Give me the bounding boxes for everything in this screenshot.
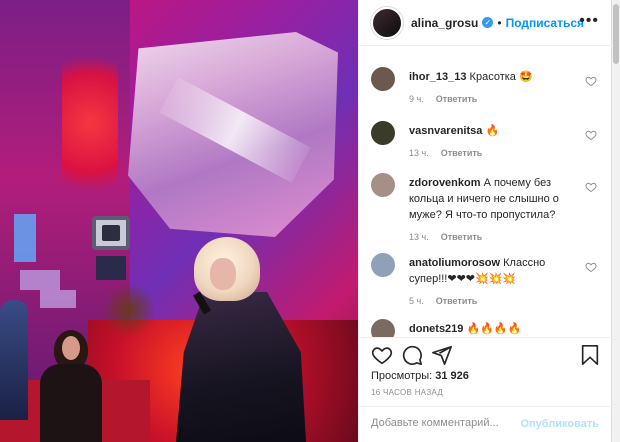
commenter-avatar[interactable]: [371, 121, 395, 145]
scrollbar-thumb[interactable]: [613, 4, 619, 64]
heart-icon[interactable]: [585, 261, 597, 273]
comments-list[interactable]: ihor_13_13 Красотка 🤩 9 ч. Ответить vasnv…: [359, 47, 613, 337]
stage-lamp: [92, 216, 130, 250]
audience-woman-body: [40, 364, 102, 442]
comment-icon[interactable]: [401, 344, 423, 366]
stage-light: [62, 38, 118, 208]
reply-button[interactable]: Ответить: [436, 296, 478, 306]
singer-face: [210, 258, 236, 290]
reply-button[interactable]: Ответить: [441, 232, 483, 242]
audience-person: [0, 300, 28, 420]
post-sidebar: alina_grosu ✓ • Подписаться ••• ihor_13_…: [358, 0, 613, 442]
comment-input[interactable]: [371, 417, 531, 429]
header-separator: •: [497, 15, 502, 30]
blue-light-block: [14, 214, 36, 262]
singer-body: [176, 292, 306, 442]
publish-button[interactable]: Опубликовать: [520, 418, 599, 430]
reply-button[interactable]: Ответить: [436, 94, 478, 104]
post-media[interactable]: [0, 0, 358, 442]
views-count[interactable]: Просмотры: 31 926: [371, 370, 469, 382]
post-timestamp[interactable]: 16 ЧАСОВ НАЗАД: [371, 388, 443, 397]
heart-icon[interactable]: [585, 129, 597, 141]
comment-meta: 5 ч. Ответить: [409, 293, 577, 309]
post-header: alina_grosu ✓ • Подписаться •••: [359, 0, 613, 46]
comment-text: 🔥: [485, 125, 500, 137]
commenter-username[interactable]: vasnvarenitsa: [409, 125, 482, 137]
stage-speaker: [96, 256, 126, 280]
reply-button[interactable]: Ответить: [441, 148, 483, 158]
verified-badge-icon: ✓: [482, 17, 494, 28]
author-username[interactable]: alina_grosu: [411, 16, 478, 30]
commenter-avatar[interactable]: [371, 67, 395, 91]
audience-woman-face: [62, 336, 80, 360]
commenter-avatar[interactable]: [371, 173, 395, 197]
comment-body: anatoliumorosow Классно супер!!!❤❤❤💥💥💥 5…: [409, 255, 577, 309]
comment-body: ihor_13_13 Красотка 🤩 9 ч. Ответить: [409, 69, 577, 107]
views-number: 31 926: [435, 370, 469, 382]
commenter-avatar[interactable]: [371, 319, 395, 337]
follow-button[interactable]: Подписаться: [506, 16, 584, 30]
author-avatar[interactable]: [371, 6, 403, 39]
comment-body: vasnvarenitsa 🔥 13 ч. Ответить: [409, 123, 577, 161]
commenter-avatar[interactable]: [371, 253, 395, 277]
comment-time: 9 ч.: [409, 94, 424, 104]
bookmark-icon[interactable]: [579, 344, 601, 366]
comment-time: 13 ч.: [409, 148, 429, 158]
commenter-username[interactable]: zdorovenkom: [409, 177, 481, 189]
heart-icon[interactable]: [371, 344, 393, 366]
decor-block: [40, 290, 76, 308]
comment-body: donets219 🔥🔥🔥🔥: [409, 321, 577, 337]
comment-meta: 9 ч. Ответить: [409, 91, 577, 107]
heart-icon[interactable]: [585, 181, 597, 193]
comment-time: 5 ч.: [409, 296, 424, 306]
comment-time: 13 ч.: [409, 232, 429, 242]
add-comment-bar: Опубликовать: [359, 406, 613, 442]
comment-body: zdorovenkom А почему без кольца и ничего…: [409, 175, 577, 245]
decor-plant: [104, 280, 154, 340]
comment-text: Красотка 🤩: [469, 71, 533, 83]
comment-meta: 13 ч. Ответить: [409, 229, 577, 245]
comment-text: 🔥🔥🔥🔥: [466, 323, 522, 335]
views-label: Просмотры:: [371, 370, 433, 382]
comment-meta: 13 ч. Ответить: [409, 145, 577, 161]
commenter-username[interactable]: anatoliumorosow: [409, 257, 500, 269]
post-actions: Просмотры: 31 926 16 ЧАСОВ НАЗАД: [359, 337, 613, 409]
share-icon[interactable]: [431, 344, 453, 366]
heart-icon[interactable]: [585, 75, 597, 87]
commenter-username[interactable]: donets219: [409, 323, 463, 335]
commenter-username[interactable]: ihor_13_13: [409, 71, 466, 83]
more-options-icon[interactable]: •••: [579, 13, 599, 29]
scrollbar[interactable]: [612, 0, 620, 442]
decor-block: [20, 270, 60, 290]
